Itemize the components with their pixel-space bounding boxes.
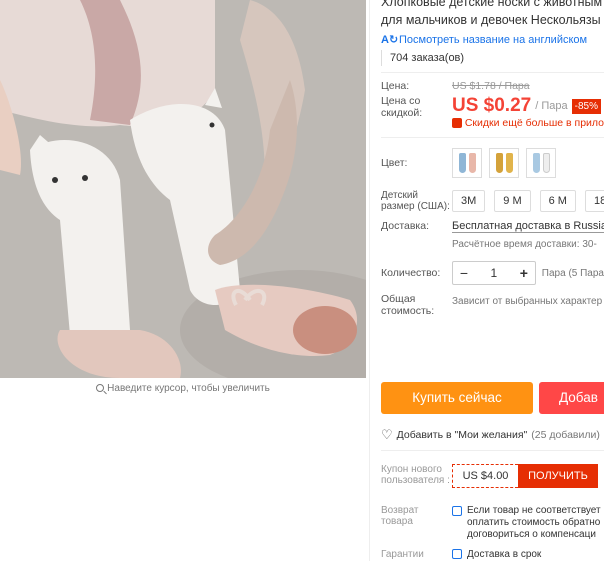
sock-image — [468, 153, 476, 173]
product-title: Хлопковые детские носки с животным принт… — [381, 0, 604, 29]
divider — [381, 450, 604, 451]
size-label: Детский размер (США): — [381, 190, 450, 212]
quantity-input[interactable]: 1 — [475, 266, 513, 280]
wishlist-text: Добавить в "Мои желания" — [396, 429, 528, 441]
sock-image — [532, 153, 540, 173]
sock-image — [458, 153, 466, 173]
price-row: Цена: US $1.78 / Пара — [381, 79, 604, 93]
guarantee-label: Гарантии — [381, 549, 424, 560]
translate-link[interactable]: A↻ Посмотреть название на английском — [381, 33, 604, 47]
color-label: Цвет: — [381, 157, 408, 169]
size-options: 3M 9 M 6 M 18 M — [452, 190, 604, 212]
color-row: Цвет: — [381, 148, 604, 178]
shield-icon — [452, 506, 462, 516]
mobile-icon — [452, 118, 462, 128]
app-promo-link[interactable]: Скидки ещё больше в прило — [452, 117, 604, 129]
panel-divider — [369, 0, 370, 561]
app-promo-text: Скидки ещё больше в прило — [464, 117, 604, 129]
total-label: Общая стоимость: — [381, 293, 435, 317]
sock-image — [505, 153, 513, 173]
returns-text-line2: оплатить стоимость обратно — [467, 517, 601, 528]
zoom-hint: Наведите курсор, чтобы увеличить — [0, 383, 366, 394]
quantity-row: Количество: − 1 + Пара (5 Пара — [381, 261, 604, 285]
translate-link-text: Посмотреть название на английском — [399, 33, 588, 46]
color-swatches — [452, 148, 563, 178]
color-swatch-light-blue[interactable] — [526, 148, 556, 178]
guarantee-row: Гарантии Доставка в срок — [381, 549, 541, 561]
product-image[interactable] — [0, 0, 366, 378]
wishlist-count: (25 добавили) — [531, 429, 600, 441]
discount-price-row: Цена со скидкой: US $0.27 / Пара -85% — [381, 95, 604, 119]
price-label: Цена: — [381, 80, 410, 92]
sock-image — [495, 153, 503, 173]
returns-row: Возврат товара Если товар не соответству… — [381, 505, 601, 541]
add-to-cart-button[interactable]: Добав — [539, 382, 604, 414]
buy-now-button[interactable]: Купить сейчас — [381, 382, 533, 414]
orders-count: 704 заказа(ов) — [381, 50, 604, 66]
coupon-amount: US $4.00 — [452, 464, 518, 488]
old-price: US $1.78 / Пара — [452, 80, 530, 92]
delivery-icon — [452, 549, 462, 559]
coupon-row: Купон нового пользователя : US $4.00 ПОЛ… — [381, 464, 598, 488]
wishlist-link[interactable]: ♡ Добавить в "Мои желания" (25 добавили) — [381, 427, 600, 443]
total-row: Общая стоимость: Зависит от выбранных ха… — [381, 293, 604, 317]
product-title-line1: Хлопковые детские носки с животным принт… — [381, 0, 604, 9]
quantity-decrease-button[interactable]: − — [453, 265, 475, 281]
discount-price: US $0.27 — [452, 95, 532, 116]
color-swatch-mustard[interactable] — [489, 148, 519, 178]
get-coupon-button[interactable]: ПОЛУЧИТЬ — [518, 464, 598, 488]
shipping-label: Доставка: — [381, 220, 430, 232]
discount-price-label: Цена со скидкой: — [381, 95, 423, 119]
size-option-9m[interactable]: 9 M — [494, 190, 531, 212]
quantity-label: Количество: — [381, 267, 441, 279]
size-option-18m[interactable]: 18 M — [584, 190, 604, 212]
total-value: Зависит от выбранных характер — [452, 296, 603, 307]
coupon-block: US $4.00 ПОЛУЧИТЬ — [452, 464, 598, 488]
product-info-panel: Хлопковые детские носки с животным принт… — [381, 0, 604, 561]
size-row: Детский размер (США): 3M 9 M 6 M 18 M — [381, 190, 604, 212]
returns-text-line1: Если товар не соответствует — [467, 505, 601, 516]
translate-icon: A↻ — [381, 34, 399, 46]
price-unit: / Пара — [535, 100, 568, 112]
heart-icon: ♡ — [381, 427, 393, 442]
divider — [381, 137, 604, 138]
discount-badge: -85% — [571, 98, 601, 114]
returns-text-line3: договориться о компенсаци — [467, 529, 596, 540]
product-title-line2: для мальчиков и девочек Нескольязы — [381, 13, 601, 27]
magnifier-icon — [96, 384, 105, 392]
size-option-3m[interactable]: 3M — [452, 190, 486, 212]
delivery-estimate: Расчётное время доставки: 30- — [452, 239, 597, 250]
divider — [381, 72, 604, 73]
returns-label: Возврат товара — [381, 505, 419, 527]
coupon-label: Купон нового пользователя : — [381, 464, 450, 486]
guarantee-text: Доставка в срок — [467, 549, 542, 560]
size-option-6m[interactable]: 6 M — [539, 190, 576, 212]
quantity-increase-button[interactable]: + — [513, 265, 535, 281]
sock-image — [542, 153, 550, 173]
shipping-method-link[interactable]: Бесплатная доставка в Russia — [452, 220, 604, 233]
shipping-row: Доставка: Бесплатная доставка в Russia Р… — [381, 220, 604, 250]
product-photo — [0, 0, 366, 378]
quantity-available: Пара (5 Пара — [541, 267, 604, 279]
zoom-hint-text: Наведите курсор, чтобы увеличить — [107, 383, 270, 394]
color-swatch-blue[interactable] — [452, 148, 482, 178]
quantity-stepper: − 1 + — [452, 261, 536, 285]
